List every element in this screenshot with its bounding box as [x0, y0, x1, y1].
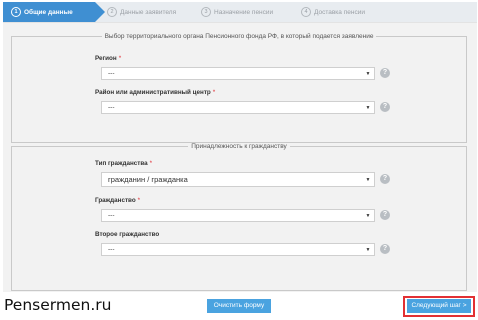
help-icon[interactable]: ? — [380, 174, 390, 184]
region-label: Регион * — [95, 55, 122, 62]
step-number: 4 — [301, 7, 311, 17]
second-citizenship-select[interactable]: --- ▼ — [101, 243, 375, 256]
chevron-down-icon: ▼ — [365, 104, 371, 111]
pension-fund-office-group: Выбор территориального органа Пенсионног… — [11, 33, 467, 143]
chevron-down-icon: ▼ — [365, 176, 371, 183]
select-value: гражданин / гражданка — [108, 175, 188, 184]
step-general-data[interactable]: 1 Общие данные — [3, 2, 105, 22]
chevron-down-icon: ▼ — [365, 70, 371, 77]
group-legend: Принадлежность к гражданству — [191, 143, 287, 150]
select-value: --- — [108, 104, 115, 111]
citizenship-select[interactable]: --- ▼ — [101, 209, 375, 222]
district-select[interactable]: --- ▼ — [101, 101, 375, 114]
citizenship-type-select[interactable]: гражданин / гражданка ▼ — [101, 172, 375, 187]
form-panel: Выбор территориального органа Пенсионног… — [3, 22, 477, 292]
step-pension-delivery[interactable]: 4 Доставка пенсии — [301, 2, 365, 22]
citizenship-type-label: Тип гражданства * — [95, 160, 153, 167]
help-icon[interactable]: ? — [380, 102, 390, 112]
step-label: Общие данные — [24, 8, 73, 16]
required-marker: * — [137, 197, 141, 204]
required-marker: * — [212, 89, 216, 96]
select-value: --- — [108, 246, 115, 253]
clear-form-button[interactable]: Очистить форму — [207, 299, 271, 313]
help-icon[interactable]: ? — [380, 68, 390, 78]
help-icon[interactable]: ? — [380, 244, 390, 254]
step-label: Доставка пенсии — [314, 8, 365, 16]
group-legend: Выбор территориального органа Пенсионног… — [104, 33, 374, 40]
help-icon[interactable]: ? — [380, 210, 390, 220]
second-citizenship-label: Второе гражданство — [95, 231, 160, 238]
region-select[interactable]: --- ▼ — [101, 67, 375, 80]
form-footer: Pensermen.ru Очистить форму Следующий ша… — [0, 292, 478, 320]
step-pension-assignment[interactable]: 3 Назначение пенсии — [201, 2, 273, 22]
chevron-down-icon: ▼ — [365, 212, 371, 219]
select-value: --- — [108, 70, 115, 77]
citizenship-label: Гражданство * — [95, 197, 141, 204]
select-value: --- — [108, 212, 115, 219]
step-applicant-data[interactable]: 2 Данные заявителя — [107, 2, 176, 22]
step-number: 1 — [11, 7, 21, 17]
step-number: 2 — [107, 7, 117, 17]
district-label: Район или административный центр * — [95, 89, 216, 96]
required-marker: * — [118, 55, 122, 62]
step-label: Данные заявителя — [120, 8, 177, 16]
step-label: Назначение пенсии — [214, 8, 274, 16]
step-number: 3 — [201, 7, 211, 17]
wizard-steps: 1 Общие данные 2 Данные заявителя 3 Назн… — [3, 2, 477, 22]
next-step-button[interactable]: Следующий шаг > — [407, 299, 471, 313]
chevron-down-icon: ▼ — [365, 246, 371, 253]
required-marker: * — [149, 160, 153, 167]
site-watermark: Pensermen.ru — [4, 296, 112, 314]
